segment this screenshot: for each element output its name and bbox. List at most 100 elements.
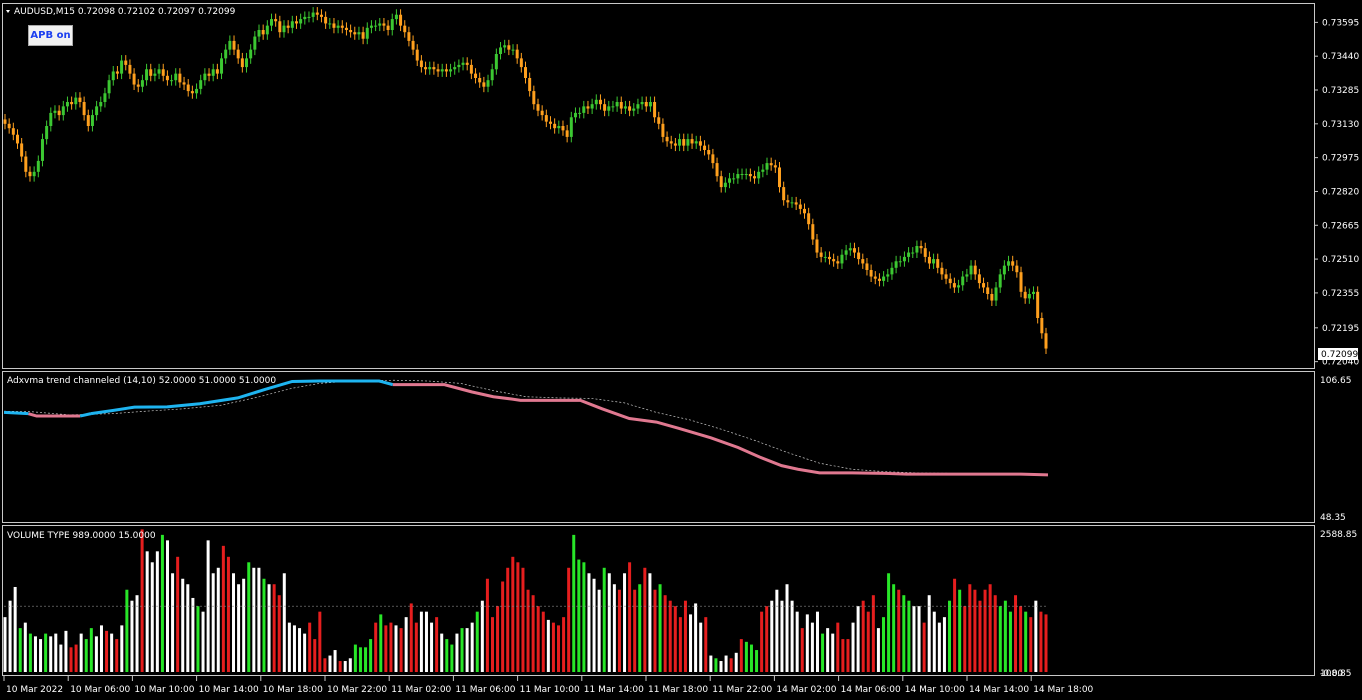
candle-body	[1007, 261, 1011, 266]
volume-bar	[89, 628, 93, 672]
price-tick-label: 0.72820	[1322, 187, 1359, 197]
volume-bar	[846, 639, 850, 672]
price-tick-label: 0.73595	[1322, 18, 1359, 28]
volume-bar	[998, 606, 1002, 672]
volume-bar	[963, 606, 967, 672]
volume-bar	[252, 567, 256, 672]
candle-body	[740, 174, 744, 175]
volume-bar	[110, 633, 114, 672]
candle-body	[103, 93, 107, 102]
time-axis: 10 Mar 2022 10 Mar 06:00 10 Mar 10:00 10 Ma…	[3, 676, 1094, 695]
candle-body	[111, 71, 115, 81]
volume-bar	[942, 617, 946, 672]
main-price-pane[interactable]: AUDUSD,M15 0.72098 0.72102 0.72097 0.720…	[2, 3, 1315, 369]
candle-body	[794, 202, 798, 205]
candle-body	[249, 49, 253, 59]
candle-body	[728, 178, 732, 183]
volume-bar	[531, 595, 535, 672]
candle-body	[257, 30, 261, 37]
adxvma-indicator-pane[interactable]: Adxvma trend channeled (14,10) 52.0000 5…	[2, 371, 1315, 523]
volume-bar	[638, 584, 642, 672]
volume-bar	[313, 639, 317, 672]
candle-body	[952, 283, 956, 288]
price-tick-label: 0.72975	[1322, 154, 1359, 164]
volume-bar	[430, 622, 434, 672]
volume-bar	[587, 573, 591, 672]
time-tick-label: 10 Mar 10:00	[134, 685, 194, 695]
volume-bar	[130, 600, 134, 672]
volume-bar	[562, 617, 566, 672]
volume-indicator-pane[interactable]: VOLUME TYPE 989.0000 15.0000	[2, 525, 1315, 676]
symbol-info-label: AUDUSD,M15 0.72098 0.72102 0.72097 0.720…	[14, 7, 236, 17]
candle-body	[74, 97, 78, 105]
volume-bar	[216, 567, 220, 672]
candle-body	[115, 71, 119, 74]
volume-bar	[795, 611, 799, 672]
candle-body	[661, 123, 665, 137]
volume-bar	[394, 625, 398, 672]
volume-max-label: 2588.85	[1320, 530, 1357, 540]
volume-bar	[958, 589, 962, 672]
volume-bar	[455, 633, 459, 672]
volume-bar	[308, 622, 312, 672]
volume-bar	[551, 622, 555, 672]
volume-bar	[973, 589, 977, 672]
candle-body	[690, 139, 694, 144]
time-tick-label: 14 Mar 10:00	[905, 685, 965, 695]
volume-bar	[262, 578, 266, 672]
candle-body	[1019, 272, 1023, 292]
candle-body	[711, 154, 715, 164]
volume-bar	[922, 622, 926, 672]
volume-bars	[3, 529, 1048, 672]
time-tick-label: 10 Mar 22:00	[327, 685, 387, 695]
candle-body	[848, 248, 852, 251]
candle-body	[28, 171, 32, 177]
volume-bar	[734, 652, 738, 672]
volume-bar	[171, 573, 175, 672]
volume-bar	[704, 617, 708, 672]
candle-body	[615, 102, 619, 107]
time-tick-label: 11 Mar 14:00	[584, 685, 644, 695]
volume-bar	[729, 658, 733, 672]
candle-body	[823, 256, 827, 258]
candle-body	[482, 82, 486, 87]
candle-body	[332, 23, 336, 28]
apb-toggle-button[interactable]: APB on	[28, 25, 73, 46]
dropdown-triangle-icon[interactable]	[6, 10, 10, 13]
volume-bar	[318, 611, 322, 672]
candle-body	[886, 274, 890, 277]
time-tick-label: 11 Mar 18:00	[648, 685, 708, 695]
time-tick-label: 10 Mar 2022	[6, 685, 63, 695]
price-tick-label: 0.73285	[1322, 86, 1359, 96]
candle-body	[195, 88, 199, 94]
candle-body	[748, 174, 752, 177]
candle-body	[382, 23, 386, 26]
volume-bar	[496, 606, 500, 672]
volume-bar	[612, 584, 616, 672]
volume-bar	[94, 636, 98, 672]
candle-body	[86, 115, 90, 126]
candle-body	[203, 73, 207, 81]
candle-body	[844, 250, 848, 255]
candle-body	[619, 102, 623, 109]
candle-body	[915, 246, 919, 253]
volume-bar	[785, 584, 789, 672]
volume-bar	[592, 578, 596, 672]
volume-bar	[115, 639, 119, 672]
time-tick-label: 11 Mar 02:00	[391, 685, 451, 695]
candle-body	[286, 25, 290, 28]
candle-body	[361, 32, 365, 39]
candle-body	[353, 32, 357, 35]
volume-bar	[876, 628, 880, 672]
candle-body	[902, 256, 906, 262]
volume-bar	[242, 578, 246, 672]
volume-bar	[99, 625, 103, 672]
volume-bar	[328, 655, 332, 672]
volume-bar	[424, 611, 428, 672]
volume-bar	[379, 614, 383, 672]
candle-body	[328, 23, 332, 25]
candle-body	[340, 25, 344, 28]
candle-body	[761, 169, 765, 172]
candle-body	[673, 143, 677, 146]
volume-bar	[628, 562, 632, 672]
